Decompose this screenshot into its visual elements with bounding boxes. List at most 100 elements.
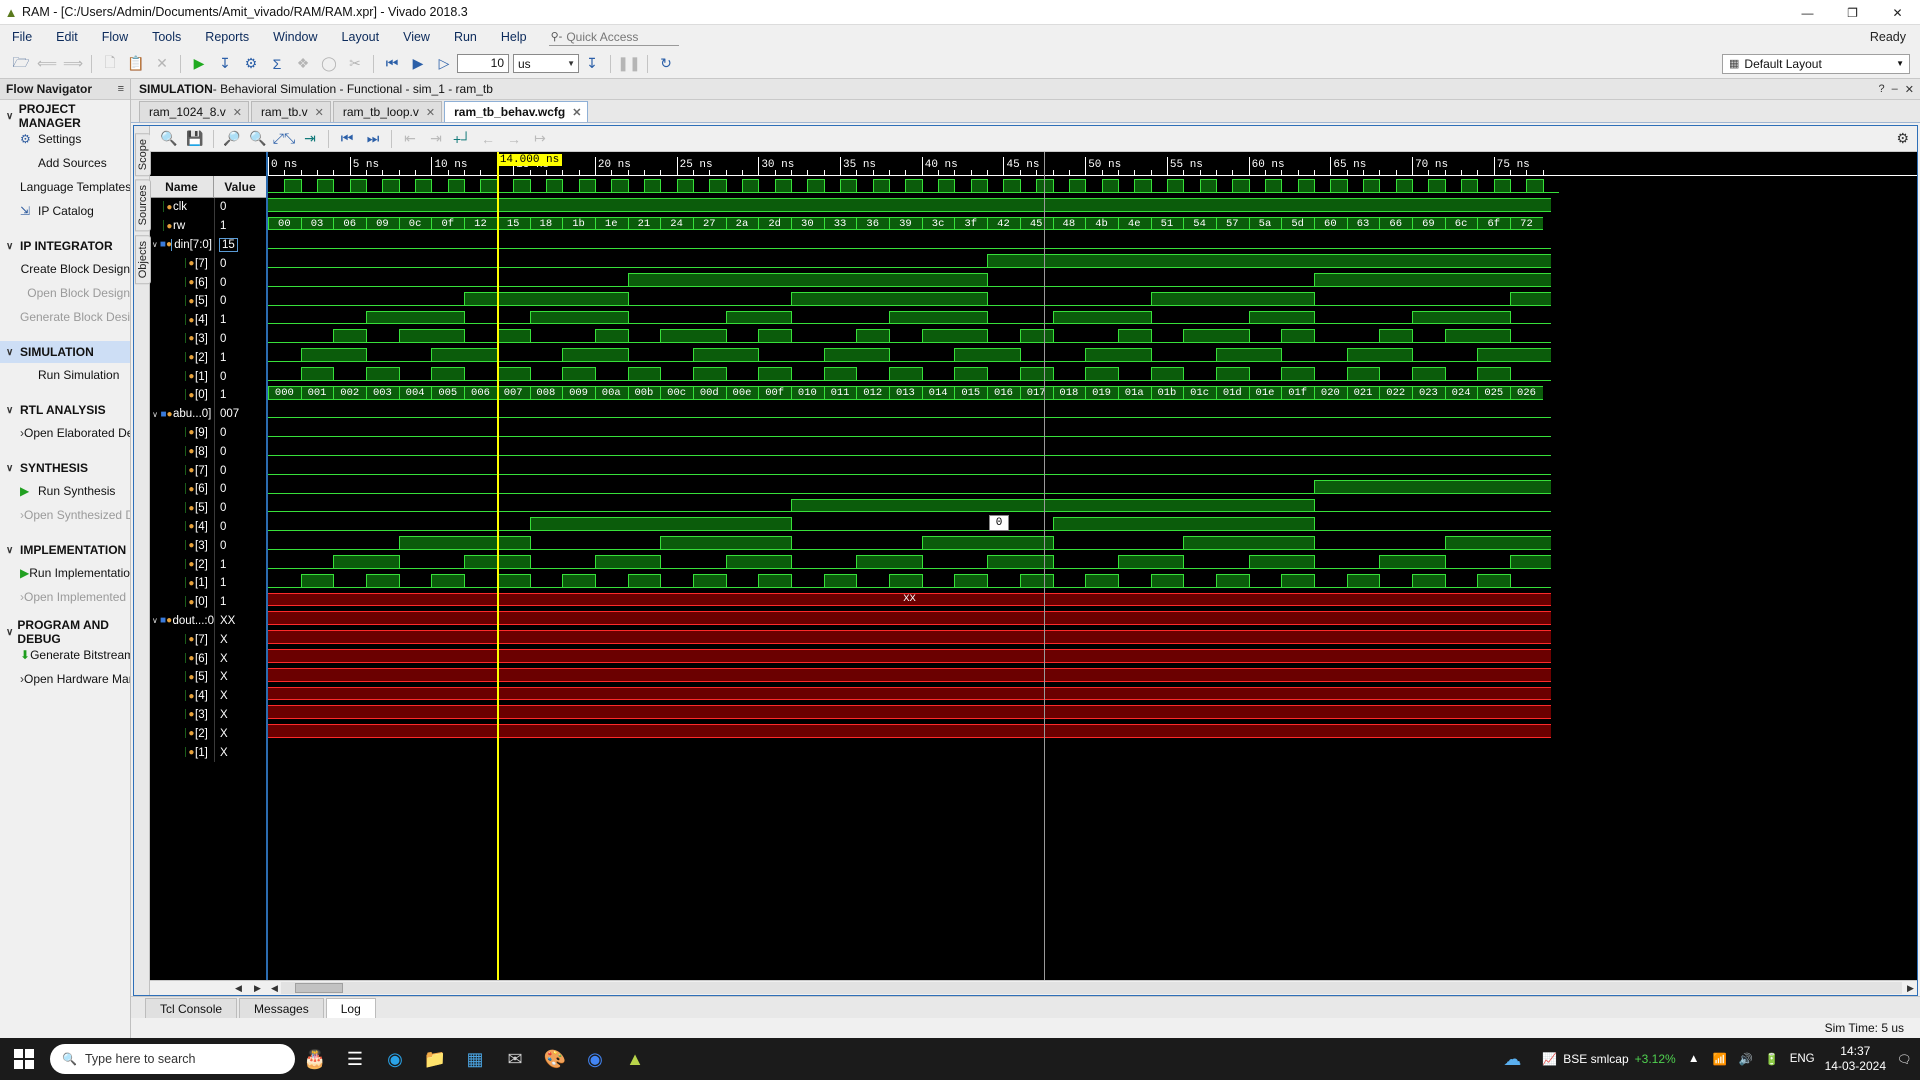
signal-row[interactable]: ⏐● [4] 0: [150, 517, 266, 537]
paint-icon[interactable]: 🎨: [535, 1038, 575, 1080]
signal-row[interactable]: ⏐● [8] 0: [150, 442, 266, 462]
previous-transition-icon[interactable]: ⏮: [334, 128, 360, 150]
close-icon[interactable]: ✕: [233, 106, 242, 119]
chevron-down-icon[interactable]: ∨: [150, 616, 160, 625]
signal-row[interactable]: ⏐● [5] X: [150, 667, 266, 687]
signal-row[interactable]: ⏐● [5] 0: [150, 291, 266, 311]
bottom-tab-messages[interactable]: Messages: [239, 998, 324, 1018]
wave-scroll-left-icon[interactable]: ◀: [268, 983, 281, 994]
meet-now-icon[interactable]: ☁: [1492, 1038, 1532, 1080]
flow-section-ip-integrator[interactable]: ∨ IP INTEGRATOR: [0, 235, 130, 257]
minimize-button[interactable]: —: [1785, 0, 1830, 25]
clock-widget[interactable]: 14:37 14-03-2024: [1825, 1044, 1886, 1074]
chrome-icon[interactable]: ◉: [575, 1038, 615, 1080]
start-button[interactable]: [0, 1038, 48, 1080]
signal-row[interactable]: ⏐● [4] 1: [150, 310, 266, 330]
signal-row[interactable]: ⏐● [1] X: [150, 743, 266, 762]
action-center-icon[interactable]: 🗨: [1896, 1052, 1912, 1066]
settings-gear-icon[interactable]: ⚙: [238, 52, 264, 76]
vtab-sources[interactable]: Sources: [135, 179, 151, 232]
flow-item-run-implementation[interactable]: ▶ Run Implementation: [0, 561, 130, 585]
pin-icon[interactable]: ❖: [290, 52, 316, 76]
sim-time-unit-select[interactable]: us ▼: [513, 54, 579, 73]
signal-row[interactable]: ⏐● [3] 0: [150, 329, 266, 349]
signal-row[interactable]: ⏐● [4] X: [150, 686, 266, 706]
wave-scroll-right-icon[interactable]: ▶: [1904, 983, 1917, 994]
signal-row[interactable]: ⏐● [6] 0: [150, 273, 266, 292]
close-panel-icon[interactable]: ✕: [1905, 83, 1914, 96]
flow-item-language-templates[interactable]: Language Templates: [0, 175, 130, 199]
signal-row[interactable]: ⏐● [2] 1: [150, 348, 266, 368]
zoom-fit-icon[interactable]: ⤢⤡: [271, 128, 297, 150]
menu-item-tools[interactable]: Tools: [140, 25, 193, 49]
vtab-objects[interactable]: Objects: [135, 234, 151, 284]
signal-row[interactable]: ⏐● [6] X: [150, 649, 266, 668]
menu-item-edit[interactable]: Edit: [44, 25, 90, 49]
chevron-down-icon[interactable]: ∨: [150, 240, 160, 249]
open-project-icon[interactable]: 🗁: [8, 52, 34, 76]
zoom-in-icon[interactable]: 🔎: [219, 128, 245, 150]
flow-section-simulation[interactable]: ∨ SIMULATION: [0, 341, 130, 363]
measure-icon[interactable]: ↦: [527, 128, 553, 150]
signal-row[interactable]: ∨ ■● dout...:0 XX: [150, 611, 266, 631]
undo-icon[interactable]: ⟸: [34, 52, 60, 76]
signal-row[interactable]: ⏐● [0] 1: [150, 385, 266, 405]
run-all-icon[interactable]: ▶: [405, 52, 431, 76]
vivado-taskbar-icon[interactable]: ▲: [615, 1038, 655, 1080]
add-marker-icon[interactable]: +┘: [449, 128, 475, 150]
next-marker-icon[interactable]: ⇥: [423, 128, 449, 150]
show-hidden-icons-icon[interactable]: ▲: [1686, 1053, 1702, 1065]
scroll-right-icon[interactable]: ▶: [251, 983, 264, 994]
close-icon[interactable]: ✕: [572, 106, 581, 119]
restart-sim-icon[interactable]: ⏮: [379, 52, 405, 76]
taskbar-search-input[interactable]: 🔍 Type here to search: [50, 1044, 295, 1074]
file-explorer-icon[interactable]: 📁: [415, 1038, 455, 1080]
marker-left-icon[interactable]: ←: [475, 128, 501, 150]
signal-row[interactable]: ⏐● [7] 0: [150, 461, 266, 480]
signal-row[interactable]: ⏐● rw 1: [150, 216, 266, 236]
edge-icon[interactable]: ◉: [375, 1038, 415, 1080]
volume-icon[interactable]: 🔊: [1738, 1052, 1754, 1066]
mail-icon[interactable]: ✉: [495, 1038, 535, 1080]
quick-access-input[interactable]: ⚲- Quick Access: [548, 28, 679, 46]
generate-bitstream-icon[interactable]: ↧: [212, 52, 238, 76]
sim-time-input[interactable]: 10: [457, 54, 509, 73]
signal-row[interactable]: ⏐● [7] X: [150, 630, 266, 650]
menu-item-flow[interactable]: Flow: [90, 25, 140, 49]
flow-item-create-block-design[interactable]: Create Block Design: [0, 257, 130, 281]
signal-row[interactable]: ⏐● [7] 0: [150, 254, 266, 274]
previous-marker-icon[interactable]: ⇤: [397, 128, 423, 150]
menu-item-help[interactable]: Help: [489, 25, 539, 49]
pause-icon[interactable]: ❚❚: [616, 52, 642, 76]
editor-tab-ram-1024-8-v[interactable]: ram_1024_8.v ✕: [139, 101, 249, 122]
step-icon[interactable]: ↧: [579, 52, 605, 76]
editor-tab-ram-tb-behav-wcfg[interactable]: ram_tb_behav.wcfg ✕: [444, 101, 589, 122]
signal-row[interactable]: ⏐● [2] 1: [150, 555, 266, 574]
scissors-icon[interactable]: ✂: [342, 52, 368, 76]
cursor-line[interactable]: [496, 152, 499, 980]
flow-item-add-sources[interactable]: Add Sources: [0, 151, 130, 175]
flow-section-rtl-analysis[interactable]: ∨ RTL ANALYSIS: [0, 399, 130, 421]
cortana-icon[interactable]: 🎂: [295, 1038, 335, 1080]
flow-item-open-hardware-manager[interactable]: ›Open Hardware Manager: [0, 667, 130, 691]
maximize-button[interactable]: ❐: [1830, 0, 1875, 25]
waveform-settings-icon[interactable]: ⚙: [1896, 130, 1909, 147]
close-icon[interactable]: ✕: [315, 106, 324, 119]
flow-item-ip-catalog[interactable]: ⇲ IP Catalog: [0, 199, 130, 223]
relaunch-icon[interactable]: ↻: [653, 52, 679, 76]
scroll-thumb[interactable]: [295, 983, 343, 993]
layout-selector[interactable]: ▦ Default Layout ▼: [1722, 53, 1910, 74]
menu-item-window[interactable]: Window: [261, 25, 329, 49]
signal-row[interactable]: ⏐● [9] 0: [150, 423, 266, 443]
flow-section-synthesis[interactable]: ∨ SYNTHESIS: [0, 457, 130, 479]
zoom-out-icon[interactable]: 🔍: [245, 128, 271, 150]
waveform-horizontal-scrollbar[interactable]: ◀ ▶ ◀ ▶: [150, 980, 1917, 995]
flow-item-generate-bitstream[interactable]: ⬇ Generate Bitstream: [0, 643, 130, 667]
close-button[interactable]: ✕: [1875, 0, 1920, 25]
flow-item-run-synthesis[interactable]: ▶ Run Synthesis: [0, 479, 130, 503]
paste-icon[interactable]: 📋: [123, 52, 149, 76]
signal-row[interactable]: ⏐● [1] 1: [150, 573, 266, 593]
find-icon[interactable]: 🔍: [156, 128, 182, 150]
menu-item-view[interactable]: View: [391, 25, 442, 49]
flow-section-implementation[interactable]: ∨ IMPLEMENTATION: [0, 539, 130, 561]
